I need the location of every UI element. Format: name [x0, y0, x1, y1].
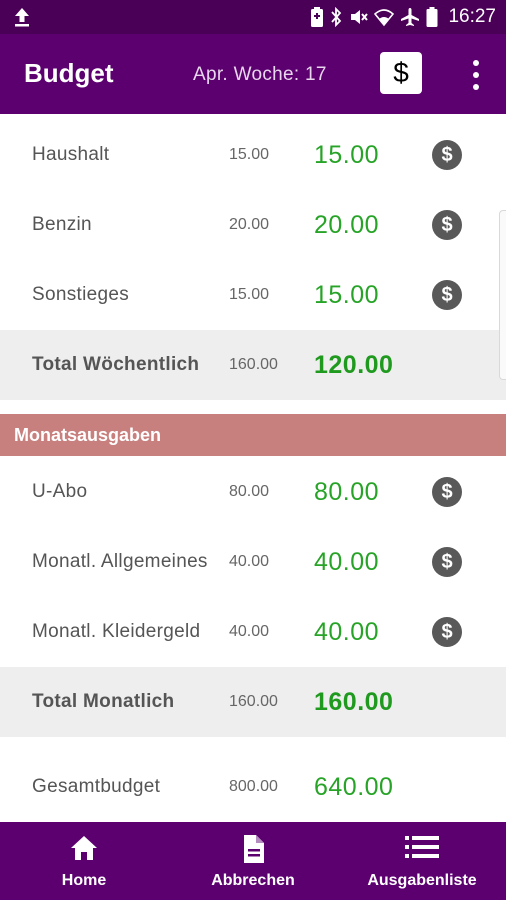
nav-cancel[interactable]: Abbrechen	[193, 822, 313, 900]
dollar-coin-icon[interactable]: $	[432, 140, 462, 170]
menu-dot	[473, 84, 479, 90]
nav-cancel-label: Abbrechen	[211, 872, 295, 889]
category-label: U-Abo	[32, 481, 88, 502]
budget-list: Haushalt 15.00 15.00 $ Benzin 20.00 20.0…	[0, 114, 506, 822]
budget-amount: 15.00	[229, 286, 270, 303]
category-label: Benzin	[32, 214, 92, 235]
overall-budget: 800.00	[229, 778, 278, 795]
overall-label: Gesamtbudget	[32, 776, 161, 797]
home-icon	[71, 836, 97, 860]
menu-dot	[473, 72, 479, 78]
section-header-monthly: Monatsausgaben	[0, 414, 506, 456]
list-item[interactable]: Benzin 20.00 20.00 $	[0, 190, 506, 260]
mute-icon	[351, 10, 369, 24]
total-remaining: 160.00	[314, 688, 394, 716]
list-item[interactable]: U-Abo 80.00 80.00 $	[0, 457, 506, 527]
category-label: Monatl. Kleidergeld	[32, 621, 201, 642]
total-budget: 160.00	[229, 693, 278, 710]
monthly-total-row: Total Monatlich 160.00 160.00	[0, 667, 506, 737]
category-label: Monatl. Allgemeines	[32, 551, 208, 572]
nav-home[interactable]: Home	[24, 822, 144, 900]
list-item[interactable]: Monatl. Kleidergeld 40.00 40.00 $	[0, 597, 506, 667]
remaining-amount: 80.00	[314, 478, 380, 506]
total-label: Total Monatlich	[32, 691, 175, 712]
nav-expense-list[interactable]: Ausgabenliste	[362, 822, 482, 900]
overall-remaining: 640.00	[314, 773, 394, 801]
budget-amount: 15.00	[229, 146, 270, 163]
overall-budget-row: Gesamtbudget 800.00 640.00	[0, 752, 506, 822]
airplane-icon	[401, 8, 420, 26]
category-label: Sonstieges	[32, 284, 130, 305]
budget-amount: 40.00	[229, 623, 270, 640]
battery-icon	[426, 7, 438, 27]
total-label: Total Wöchentlich	[32, 354, 200, 375]
dollar-coin-icon[interactable]: $	[432, 547, 462, 577]
category-label: Haushalt	[32, 144, 110, 165]
wifi-icon	[374, 9, 395, 27]
budget-amount: 80.00	[229, 483, 270, 500]
dollar-coin-icon[interactable]: $	[432, 617, 462, 647]
remaining-amount: 40.00	[314, 618, 380, 646]
bottom-navigation: Home Abbrechen Ausgabenliste	[0, 822, 506, 900]
bluetooth-icon	[331, 7, 342, 27]
total-budget: 160.00	[229, 356, 278, 373]
remaining-amount: 15.00	[314, 281, 380, 309]
menu-dot	[473, 60, 479, 66]
page-title: Budget	[24, 58, 114, 88]
remaining-amount: 40.00	[314, 548, 380, 576]
status-time: 16:27	[448, 6, 496, 27]
budget-amount: 40.00	[229, 553, 270, 570]
list-item[interactable]: Haushalt 15.00 15.00 $	[0, 120, 506, 190]
upload-icon	[15, 8, 29, 27]
dollar-coin-icon[interactable]: $	[432, 280, 462, 310]
document-icon	[244, 835, 264, 863]
scrollbar[interactable]	[499, 210, 506, 380]
nav-home-label: Home	[61, 872, 107, 889]
list-item[interactable]: Sonstieges 15.00 15.00 $	[0, 260, 506, 330]
nav-expense-list-label: Ausgabenliste	[367, 872, 477, 889]
dollar-coin-icon[interactable]: $	[432, 477, 462, 507]
dollar-button[interactable]: $	[380, 52, 422, 94]
remaining-amount: 15.00	[314, 141, 380, 169]
dollar-coin-icon[interactable]: $	[432, 210, 462, 240]
weekly-total-row: Total Wöchentlich 160.00 120.00	[0, 330, 506, 400]
total-remaining: 120.00	[314, 351, 394, 379]
list-icon	[405, 836, 439, 858]
overflow-menu-icon[interactable]	[466, 58, 486, 92]
status-bar: 16:27	[0, 0, 506, 34]
app-bar: Budget Apr. Woche: 17 $	[0, 34, 506, 114]
remaining-amount: 20.00	[314, 211, 380, 239]
week-indicator: Apr. Woche: 17	[193, 64, 327, 85]
list-item[interactable]: Monatl. Allgemeines 40.00 40.00 $	[0, 527, 506, 597]
battery-saver-icon	[311, 7, 324, 27]
budget-amount: 20.00	[229, 216, 270, 233]
